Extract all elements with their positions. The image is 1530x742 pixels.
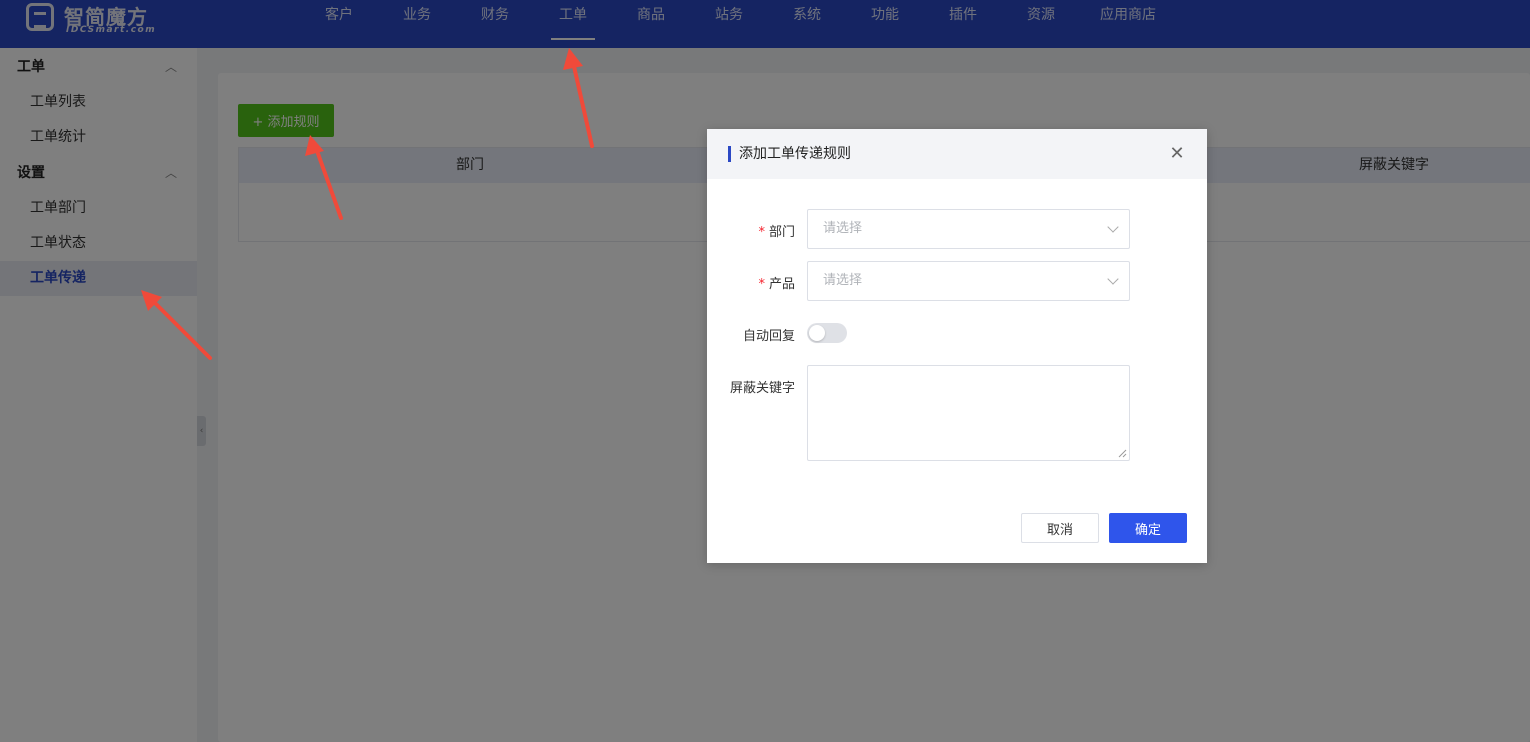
auto-reply-toggle[interactable] (807, 323, 847, 343)
add-rule-dialog: 添加工单传递规则 ✕ * 部门 请选择 * 产品 请选择 自动回复 屏蔽关键字 取消… (707, 129, 1207, 563)
chevron-down-icon (1107, 221, 1119, 233)
dialog-title: 添加工单传递规则 (739, 146, 851, 162)
product-label: * 产品 (758, 277, 795, 292)
department-placeholder: 请选择 (823, 221, 863, 236)
close-icon[interactable]: ✕ (1167, 144, 1187, 164)
required-mark: * (758, 277, 765, 292)
blocked-keywords-label: 屏蔽关键字 (729, 381, 795, 396)
dialog-header: 添加工单传递规则 ✕ (707, 129, 1207, 179)
toggle-knob (809, 325, 825, 341)
resize-grip-icon[interactable] (1118, 449, 1127, 458)
product-placeholder: 请选择 (823, 273, 863, 288)
blocked-keywords-textarea[interactable] (807, 365, 1130, 461)
auto-reply-label: 自动回复 (742, 329, 795, 344)
department-label: * 部门 (758, 225, 795, 240)
chevron-down-icon (1107, 273, 1119, 285)
confirm-button[interactable]: 确定 (1109, 513, 1187, 543)
department-select[interactable]: 请选择 (807, 209, 1130, 249)
cancel-button[interactable]: 取消 (1021, 513, 1099, 543)
required-mark: * (758, 225, 765, 240)
product-select[interactable]: 请选择 (807, 261, 1130, 301)
